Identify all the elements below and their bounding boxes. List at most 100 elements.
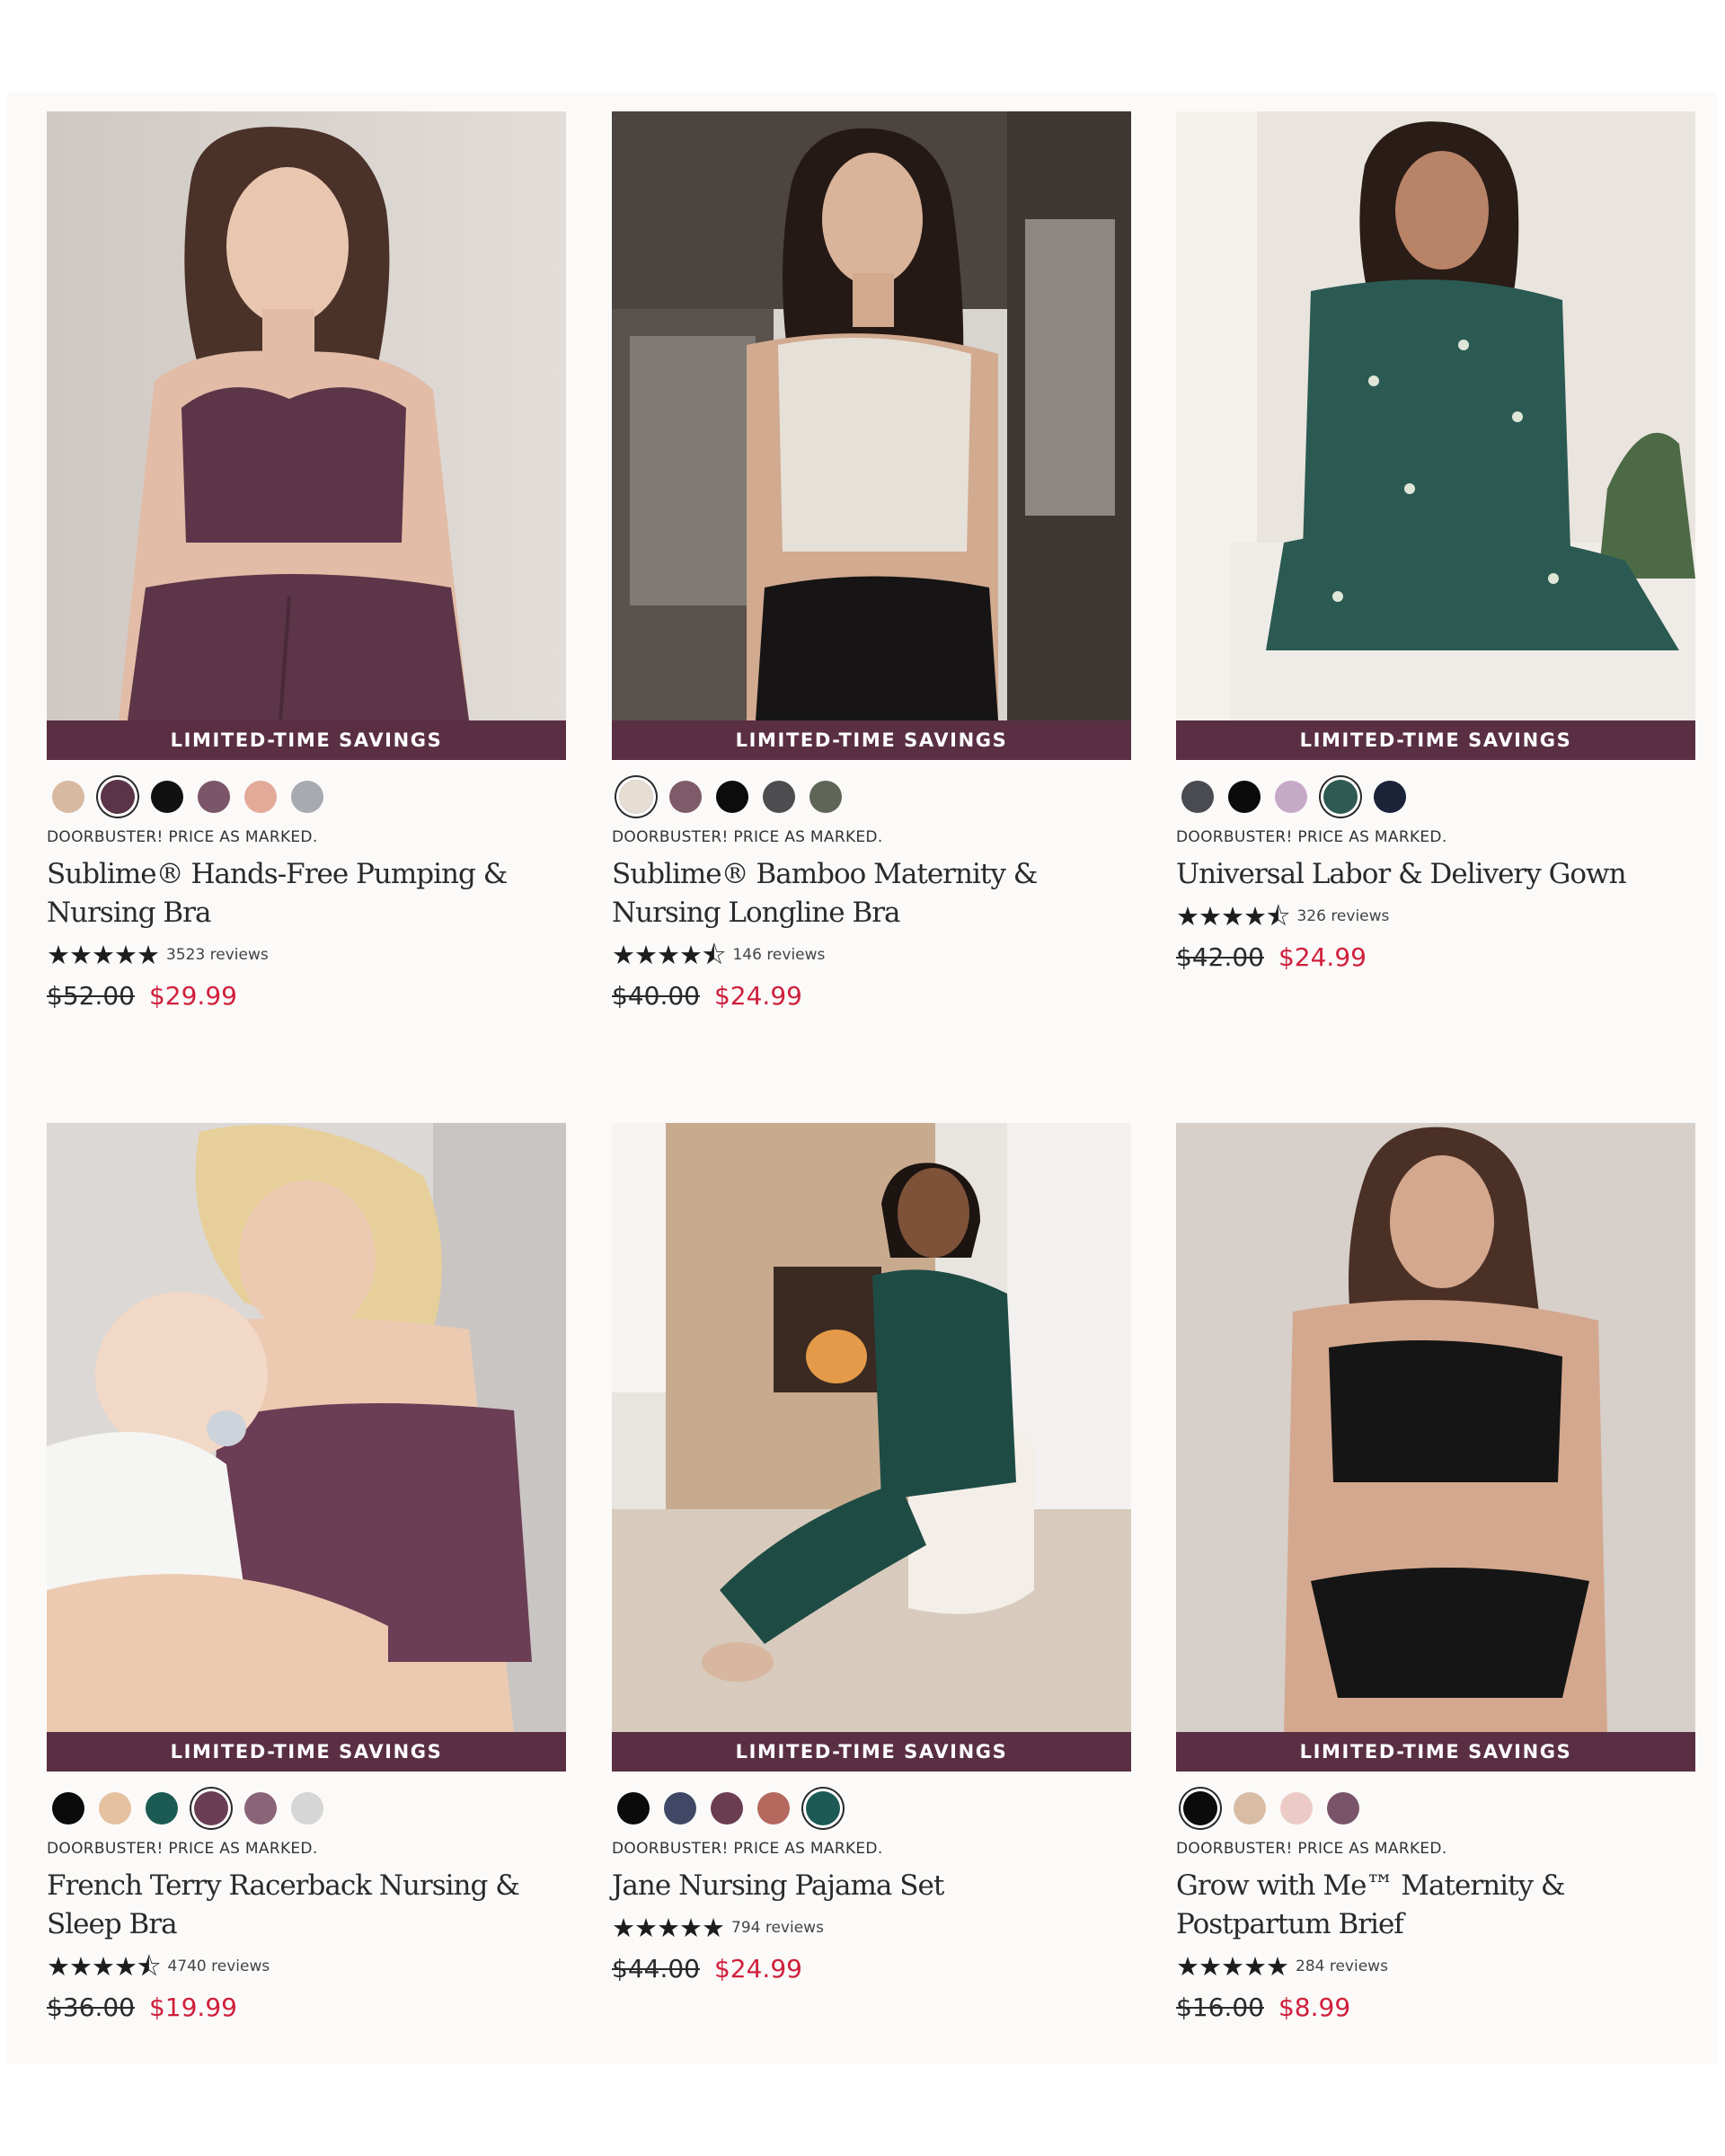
promo-ribbon: LIMITED-TIME SAVINGS (612, 1732, 1131, 1772)
product-rating[interactable]: ★★★★★ 3523 reviews (47, 941, 566, 968)
color-swatch[interactable] (1234, 1792, 1266, 1825)
price-row: $36.00 $19.99 (47, 1993, 566, 2022)
product-photo-illustration (612, 1123, 1131, 1732)
color-swatch[interactable] (1280, 1792, 1313, 1825)
color-swatch[interactable] (664, 1792, 696, 1825)
doorbuster-badge: DOORBUSTER! PRICE AS MARKED. (1176, 828, 1447, 846)
color-swatch[interactable] (151, 781, 183, 813)
product-card[interactable]: LIMITED-TIME SAVINGS DOORBUSTER! PRICE A… (1176, 111, 1695, 972)
product-image[interactable] (612, 111, 1131, 720)
product-rating[interactable]: ★★★★⯪ 146 reviews (612, 941, 1131, 968)
color-swatch[interactable] (244, 1792, 277, 1825)
color-swatch[interactable] (198, 781, 230, 813)
color-swatch[interactable] (757, 1792, 790, 1825)
star-rating-icon: ★★★★⯪ (47, 1951, 161, 1982)
promo-ribbon: LIMITED-TIME SAVINGS (1176, 1732, 1695, 1772)
star-rating-icon: ★★★★⯪ (1176, 901, 1290, 932)
color-swatch[interactable] (711, 1792, 743, 1825)
color-swatch[interactable] (619, 780, 653, 814)
color-swatch[interactable] (99, 1792, 131, 1825)
product-photo-illustration (612, 111, 1131, 720)
color-swatch[interactable] (146, 1792, 178, 1825)
product-photo-illustration (1176, 111, 1695, 720)
product-image[interactable] (47, 111, 566, 720)
promo-ribbon: LIMITED-TIME SAVINGS (612, 720, 1131, 760)
color-swatch[interactable] (52, 781, 84, 813)
original-price: $42.00 (1176, 942, 1264, 972)
doorbuster-badge: DOORBUSTER! PRICE AS MARKED. (47, 828, 318, 846)
color-swatch[interactable] (1323, 780, 1358, 814)
color-swatch[interactable] (101, 780, 135, 814)
product-card[interactable]: LIMITED-TIME SAVINGS DOORBUSTER! PRICE A… (1176, 1123, 1695, 2022)
product-card[interactable]: LIMITED-TIME SAVINGS DOORBUSTER! PRICE A… (47, 1123, 566, 2022)
color-swatches (47, 1786, 566, 1831)
product-card[interactable]: LIMITED-TIME SAVINGS DOORBUSTER! PRICE A… (47, 111, 566, 1011)
sale-price: $8.99 (1278, 1993, 1351, 2022)
color-swatch[interactable] (1183, 1791, 1217, 1825)
color-swatches (1176, 1786, 1695, 1831)
product-title[interactable]: Sublime® Bamboo Maternity & Nursing Long… (612, 855, 1115, 932)
review-count: 794 reviews (731, 1919, 824, 1937)
price-row: $40.00 $24.99 (612, 981, 1131, 1011)
product-photo-illustration (47, 1123, 566, 1732)
product-title[interactable]: French Terry Racerback Nursing & Sleep B… (47, 1867, 550, 1944)
price-row: $16.00 $8.99 (1176, 1993, 1695, 2022)
review-count: 3523 reviews (166, 946, 269, 964)
original-price: $16.00 (1176, 1993, 1264, 2022)
color-swatch[interactable] (763, 781, 795, 813)
product-photo-illustration (1176, 1123, 1695, 1732)
color-swatch[interactable] (1374, 781, 1406, 813)
product-title[interactable]: Sublime® Hands-Free Pumping & Nursing Br… (47, 855, 550, 932)
price-row: $52.00 $29.99 (47, 981, 566, 1011)
color-swatches (47, 774, 566, 819)
product-photo-illustration (47, 111, 566, 720)
original-price: $36.00 (47, 1993, 135, 2022)
color-swatch[interactable] (1327, 1792, 1359, 1825)
color-swatch[interactable] (809, 781, 842, 813)
sale-price: $24.99 (1278, 942, 1367, 972)
star-rating-icon: ★★★★★ (47, 940, 160, 970)
sale-price: $29.99 (148, 981, 237, 1011)
product-rating[interactable]: ★★★★⯪ 4740 reviews (47, 1953, 566, 1980)
star-rating-icon: ★★★★★ (1176, 1951, 1289, 1982)
color-swatch[interactable] (1181, 781, 1214, 813)
product-title[interactable]: Grow with Me™ Maternity & Postpartum Bri… (1176, 1867, 1679, 1944)
promo-ribbon: LIMITED-TIME SAVINGS (47, 1732, 566, 1772)
product-card[interactable]: LIMITED-TIME SAVINGS DOORBUSTER! PRICE A… (612, 1123, 1131, 1984)
doorbuster-badge: DOORBUSTER! PRICE AS MARKED. (47, 1840, 318, 1858)
color-swatch[interactable] (716, 781, 748, 813)
product-title[interactable]: Jane Nursing Pajama Set (612, 1867, 1115, 1905)
color-swatch[interactable] (1228, 781, 1261, 813)
product-image[interactable] (47, 1123, 566, 1732)
review-count: 326 reviews (1296, 907, 1390, 925)
promo-ribbon: LIMITED-TIME SAVINGS (47, 720, 566, 760)
product-rating[interactable]: ★★★★⯪ 326 reviews (1176, 903, 1695, 930)
original-price: $44.00 (612, 1954, 700, 1984)
star-rating-icon: ★★★★⯪ (612, 940, 726, 970)
color-swatch[interactable] (291, 1792, 323, 1825)
color-swatch[interactable] (617, 1792, 650, 1825)
review-count: 284 reviews (1296, 1957, 1388, 1975)
original-price: $52.00 (47, 981, 135, 1011)
color-swatches (1176, 774, 1695, 819)
product-card[interactable]: LIMITED-TIME SAVINGS DOORBUSTER! PRICE A… (612, 111, 1131, 1011)
product-title[interactable]: Universal Labor & Delivery Gown (1176, 855, 1679, 894)
color-swatch[interactable] (1275, 781, 1307, 813)
original-price: $40.00 (612, 981, 700, 1011)
product-image[interactable] (612, 1123, 1131, 1732)
product-image[interactable] (1176, 111, 1695, 720)
color-swatch[interactable] (806, 1791, 840, 1825)
product-rating[interactable]: ★★★★★ 284 reviews (1176, 1953, 1695, 1980)
doorbuster-badge: DOORBUSTER! PRICE AS MARKED. (612, 1840, 883, 1858)
product-image[interactable] (1176, 1123, 1695, 1732)
color-swatch[interactable] (194, 1791, 228, 1825)
sale-price: $24.99 (713, 981, 802, 1011)
color-swatch[interactable] (291, 781, 323, 813)
star-rating-icon: ★★★★★ (612, 1913, 725, 1943)
color-swatch[interactable] (244, 781, 277, 813)
review-count: 146 reviews (732, 946, 826, 964)
product-rating[interactable]: ★★★★★ 794 reviews (612, 1914, 1131, 1941)
color-swatch[interactable] (52, 1792, 84, 1825)
color-swatch[interactable] (669, 781, 702, 813)
price-row: $42.00 $24.99 (1176, 942, 1695, 972)
